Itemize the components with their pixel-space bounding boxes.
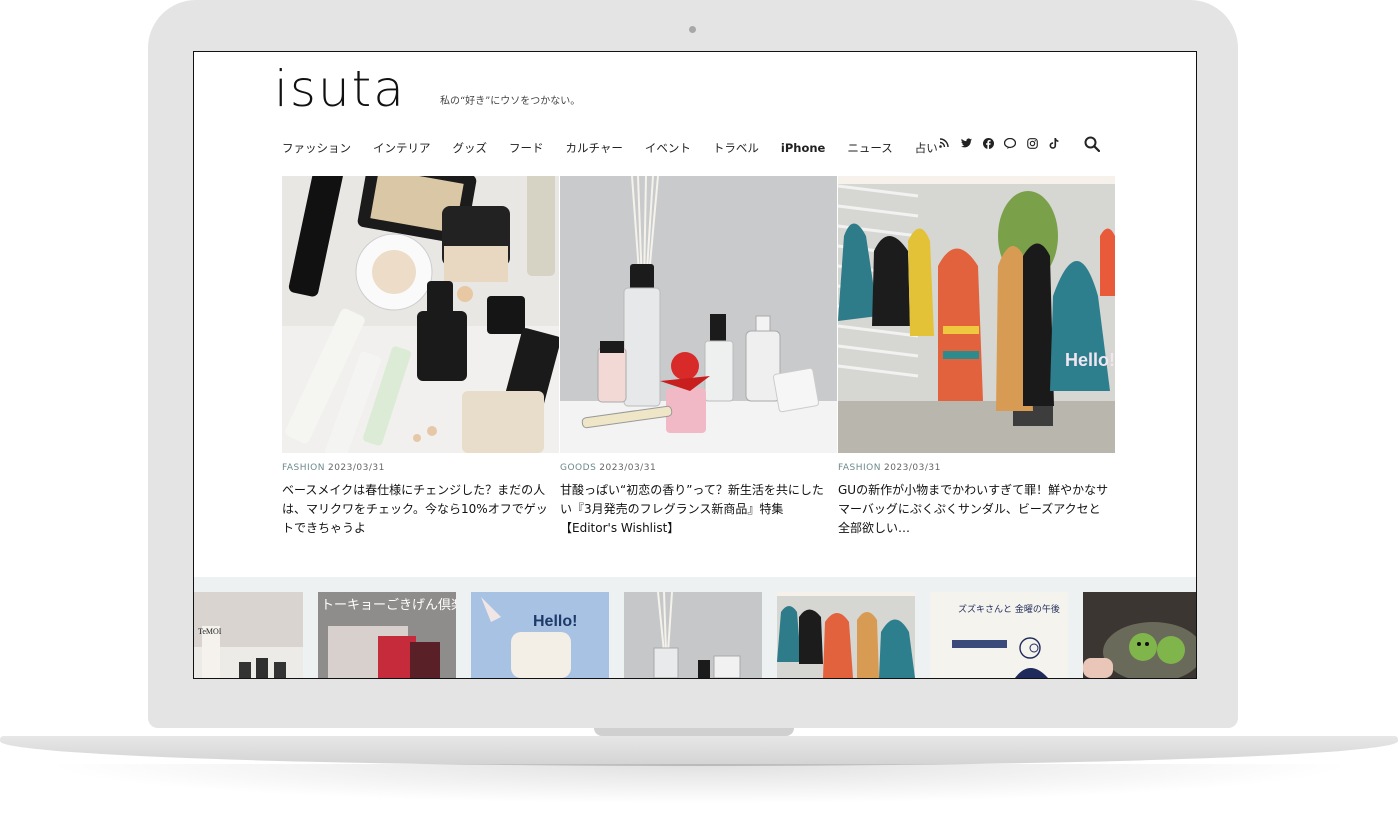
nav-item-news[interactable]: ニュース — [847, 140, 892, 156]
strip-thumbnail[interactable] — [777, 592, 915, 678]
nav-item-interior[interactable]: インテリア — [373, 140, 431, 156]
article-card[interactable]: GOODS 2023/03/31 甘酸っぱい“初恋の香り”って？新生活を共にしたい… — [560, 176, 837, 535]
svg-text:Hello!: Hello! — [1065, 350, 1115, 370]
camera-dot — [689, 26, 696, 33]
strip-thumbnail[interactable]: TeMOI — [194, 592, 303, 678]
search-icon[interactable] — [1084, 136, 1102, 154]
article-date: 2023/03/31 — [599, 463, 657, 473]
article-meta: FASHION 2023/03/31 — [838, 463, 1115, 473]
article-meta: GOODS 2023/03/31 — [560, 463, 837, 473]
article-category[interactable]: FASHION — [282, 463, 325, 473]
nav-item-food[interactable]: フード — [509, 140, 544, 156]
article-title[interactable]: 甘酸っぱい“初恋の香り”って？新生活を共にしたい『3月発売のフレグランス新商品』… — [560, 481, 832, 538]
article-thumbnail-bags[interactable]: Hello! — [838, 176, 1115, 453]
article-category[interactable]: FASHION — [838, 463, 881, 473]
site-tagline: 私の“好き”にウソをつかない。 — [440, 96, 581, 107]
article-category[interactable]: GOODS — [560, 463, 596, 473]
site-logo[interactable]: isuta — [274, 60, 406, 118]
laptop-shadow — [40, 764, 1358, 804]
nav-item-travel[interactable]: トラベル — [713, 140, 759, 156]
article-title[interactable]: ベースメイクは春仕様にチェンジした？まだの人は、マリクワをチェック。今なら10%… — [282, 481, 554, 538]
article-date: 2023/03/31 — [327, 463, 385, 473]
facebook-icon[interactable] — [982, 137, 994, 149]
nav-item-goods[interactable]: グッズ — [453, 140, 488, 156]
social-links — [938, 137, 1070, 149]
rss-icon[interactable] — [938, 137, 950, 149]
featured-articles: FASHION 2023/03/31 ベースメイクは春仕様にチェンジした？まだの人… — [282, 176, 1116, 535]
tiktok-icon[interactable] — [1048, 137, 1060, 149]
article-card[interactable]: FASHION 2023/03/31 ベースメイクは春仕様にチェンジした？まだの人… — [282, 176, 559, 535]
article-meta: FASHION 2023/03/31 — [282, 463, 559, 473]
strip-thumbnail[interactable]: Hello! — [471, 592, 609, 678]
laptop-base — [0, 736, 1398, 766]
nav-item-culture[interactable]: カルチャー — [566, 140, 623, 156]
article-card[interactable]: Hello! FASHION 2023/03/31 GUの新作が小物までかわいすぎ… — [838, 176, 1115, 535]
strip-text: Hello! — [533, 613, 577, 630]
strip-thumbnail[interactable]: ズズキさんと 金曜の午後 — [930, 592, 1068, 678]
article-thumbnail-cosmetics[interactable] — [282, 176, 559, 453]
nav-item-iphone[interactable]: iPhone — [781, 141, 825, 155]
article-date: 2023/03/31 — [883, 463, 941, 473]
strip-thumbnail[interactable]: トーキョーごきげん倶楽部 — [318, 592, 456, 678]
nav-item-fashion[interactable]: ファッション — [282, 140, 351, 156]
browser-screen: isuta 私の“好き”にウソをつかない。 ファッション インテリア グッズ フ… — [193, 51, 1197, 679]
strip-text: TeMOI — [198, 627, 222, 636]
article-thumbnail-fragrance[interactable] — [560, 176, 837, 453]
strip-text: ズズキさんと 金曜の午後 — [958, 603, 1060, 615]
strip-thumbnail[interactable] — [1083, 592, 1196, 678]
laptop-hinge — [594, 728, 794, 736]
instagram-icon[interactable] — [1026, 137, 1038, 149]
article-title[interactable]: GUの新作が小物までかわいすぎて罪！鮮やかなサマーバッグにぷくぷくサンダル、ビー… — [838, 481, 1110, 538]
strip-thumbnail[interactable] — [624, 592, 762, 678]
nav-item-event[interactable]: イベント — [645, 140, 691, 156]
nav-item-fortune[interactable]: 占い — [915, 140, 938, 156]
line-icon[interactable] — [1004, 137, 1016, 149]
main-nav: ファッション インテリア グッズ フード カルチャー イベント トラベル iPh… — [282, 138, 960, 158]
strip-text: トーキョーごきげん倶楽部 — [321, 597, 456, 613]
twitter-icon[interactable] — [960, 137, 972, 149]
article-strip: TeMOI トーキョーごきげん倶楽部 Hello! — [194, 577, 1196, 678]
